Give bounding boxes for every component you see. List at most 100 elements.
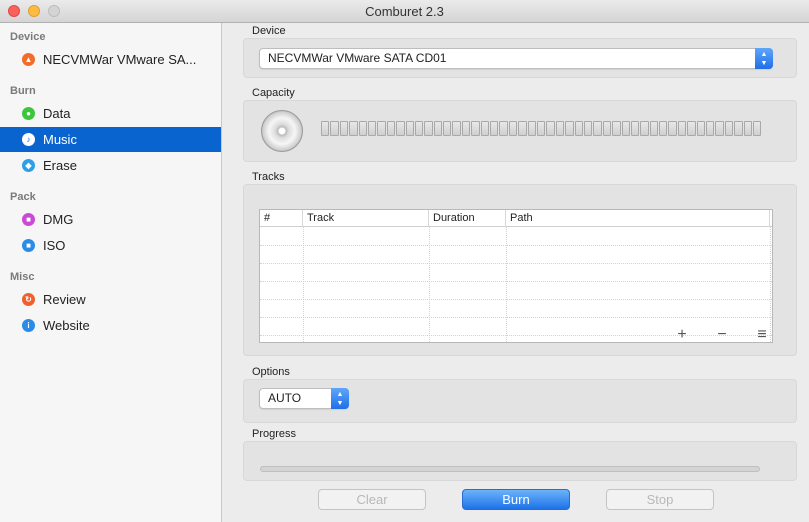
capacity-segment — [405, 121, 414, 136]
capacity-segment — [321, 121, 330, 136]
capacity-segment — [621, 121, 630, 136]
capacity-segment — [659, 121, 668, 136]
sidebar-item-label: Erase — [43, 158, 77, 173]
sidebar-item-website[interactable]: i Website — [0, 313, 221, 338]
capacity-segment — [743, 121, 752, 136]
capacity-segment — [377, 121, 386, 136]
speed-select-value: AUTO — [268, 391, 302, 405]
sidebar-item-iso[interactable]: ■ ISO — [0, 233, 221, 258]
column-header-number[interactable]: # — [260, 210, 303, 227]
sidebar-item-music[interactable]: ♪ Music — [0, 127, 221, 152]
table-row-divider — [260, 317, 772, 318]
capacity-segment — [452, 121, 461, 136]
capacity-segment — [527, 121, 536, 136]
capacity-segment — [602, 121, 612, 136]
menu-icon[interactable]: ≡ — [752, 326, 772, 344]
clear-button[interactable]: Clear — [318, 489, 426, 510]
options-group-label: Options — [252, 366, 290, 378]
capacity-segment — [339, 121, 349, 136]
iso-icon: ■ — [22, 239, 35, 252]
tracks-group-label: Tracks — [252, 171, 285, 183]
capacity-segment — [546, 121, 555, 136]
table-column-divider — [770, 227, 771, 342]
stop-button[interactable]: Stop — [606, 489, 714, 510]
options-group: AUTO ▲ ▼ — [243, 379, 797, 423]
cd-disc-icon — [261, 110, 303, 152]
capacity-segment — [565, 121, 574, 136]
sidebar-item-erase[interactable]: ◆ Erase — [0, 153, 221, 178]
sidebar: Device ▲ NECVMWar VMware SA... Burn ● Da… — [0, 23, 222, 522]
flame-icon: ▲ — [22, 53, 35, 66]
progress-group-label: Progress — [252, 428, 297, 440]
capacity-segment — [593, 121, 602, 136]
sidebar-section-misc: Misc — [10, 271, 35, 283]
speed-select[interactable]: AUTO ▲ ▼ — [259, 388, 349, 409]
capacity-group-label: Capacity — [252, 87, 295, 99]
column-header-duration[interactable]: Duration — [429, 210, 506, 227]
sidebar-item-label: DMG — [43, 212, 74, 227]
sidebar-item-label: Data — [43, 106, 71, 121]
window-title: Comburet 2.3 — [365, 4, 444, 19]
capacity-segment — [433, 121, 443, 136]
column-header-path[interactable]: Path — [506, 210, 770, 227]
device-select[interactable]: NECVMWar VMware SATA CD01 ▲ ▼ — [259, 48, 773, 69]
capacity-meter — [321, 121, 762, 136]
device-group: NECVMWar VMware SATA CD01 ▲ ▼ — [243, 38, 797, 78]
capacity-group — [243, 100, 797, 162]
capacity-segment — [677, 121, 687, 136]
info-icon: i — [22, 319, 35, 332]
capacity-segment — [490, 121, 499, 136]
sidebar-item-label: Review — [43, 292, 86, 307]
table-row-divider — [260, 281, 772, 282]
title-bar: Comburet 2.3 — [0, 0, 809, 23]
remove-track-button[interactable]: − — [712, 326, 732, 344]
add-track-button[interactable]: + — [672, 326, 692, 344]
chevron-updown-icon: ▲ ▼ — [755, 48, 773, 69]
capacity-segment — [687, 121, 696, 136]
tracks-table[interactable]: # Track Duration Path — [259, 209, 773, 343]
minimize-window-button[interactable] — [28, 5, 40, 17]
music-note-icon: ♪ — [22, 133, 35, 146]
capacity-segment — [612, 121, 621, 136]
sidebar-item-data[interactable]: ● Data — [0, 101, 221, 126]
sidebar-section-device: Device — [10, 31, 46, 43]
capacity-segment — [386, 121, 396, 136]
tracks-group: # Track Duration Path + − ≡ — [243, 184, 797, 356]
sidebar-section-pack: Pack — [10, 191, 36, 203]
sidebar-item-label: Website — [43, 318, 90, 333]
capacity-segment — [706, 121, 715, 136]
sidebar-item-label: NECVMWar VMware SA... — [43, 52, 197, 67]
capacity-segment — [443, 121, 452, 136]
burn-button[interactable]: Burn — [462, 489, 570, 510]
sidebar-item-review[interactable]: ↻ Review — [0, 287, 221, 312]
progress-group — [243, 441, 797, 481]
capacity-segment — [752, 121, 762, 136]
capacity-segment — [574, 121, 583, 136]
capacity-segment — [518, 121, 527, 136]
capacity-segment — [424, 121, 433, 136]
capacity-segment — [508, 121, 518, 136]
capacity-segment — [358, 121, 367, 136]
capacity-segment — [480, 121, 490, 136]
sidebar-item-label: ISO — [43, 238, 66, 253]
sidebar-item-device[interactable]: ▲ NECVMWar VMware SA... — [0, 47, 221, 72]
capacity-segment — [536, 121, 546, 136]
close-window-button[interactable] — [8, 5, 20, 17]
table-row-divider — [260, 335, 772, 336]
table-column-divider — [429, 227, 430, 342]
sidebar-item-dmg[interactable]: ■ DMG — [0, 207, 221, 232]
capacity-segment — [715, 121, 724, 136]
progress-bar — [260, 466, 760, 472]
table-column-divider — [303, 227, 304, 342]
column-header-track[interactable]: Track — [303, 210, 429, 227]
dmg-icon: ■ — [22, 213, 35, 226]
capacity-segment — [630, 121, 640, 136]
sidebar-item-label: Music — [43, 132, 77, 147]
capacity-segment — [367, 121, 377, 136]
capacity-segment — [724, 121, 734, 136]
capacity-segment — [734, 121, 743, 136]
table-row-divider — [260, 263, 772, 264]
table-row-divider — [260, 299, 772, 300]
zoom-window-button[interactable] — [48, 5, 60, 17]
eraser-icon: ◆ — [22, 159, 35, 172]
